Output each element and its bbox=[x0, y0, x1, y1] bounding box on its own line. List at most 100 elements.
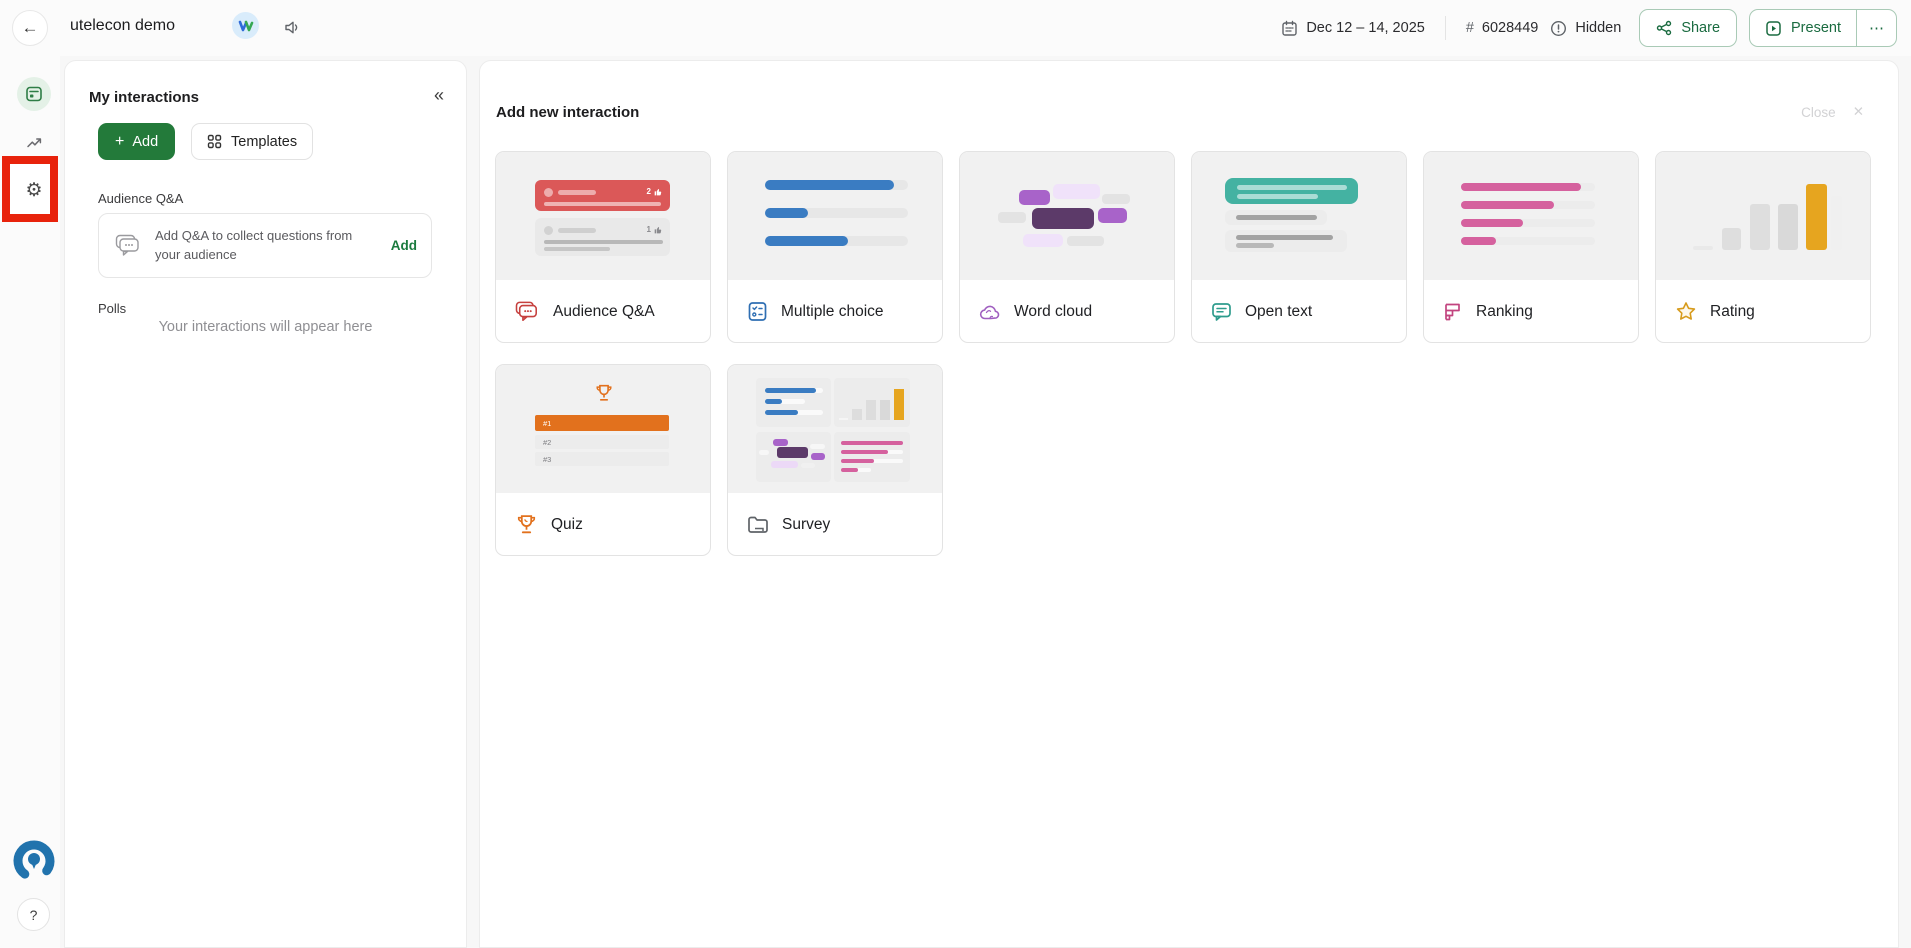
interaction-card-rating[interactable]: Rating bbox=[1655, 151, 1871, 343]
sidebar-item-settings[interactable]: ⚙ bbox=[17, 173, 51, 207]
calendar-icon bbox=[1281, 20, 1298, 37]
qa-add-link[interactable]: Add bbox=[391, 238, 417, 253]
audience-qa-illustration: 2 1 bbox=[496, 152, 710, 280]
ellipsis-icon: ⋯ bbox=[1869, 19, 1884, 37]
present-more-button[interactable]: ⋯ bbox=[1856, 10, 1896, 46]
help-icon: ? bbox=[30, 907, 38, 923]
interaction-card-multiple-choice[interactable]: Multiple choice bbox=[727, 151, 943, 343]
sidebar-item-interactions[interactable] bbox=[17, 77, 51, 111]
survey-illustration bbox=[728, 365, 942, 493]
collapse-panel-icon[interactable]: « bbox=[434, 85, 444, 106]
card-label: Open text bbox=[1245, 303, 1312, 321]
thumb-up-icon bbox=[654, 188, 662, 196]
quiz-rank-label: #3 bbox=[543, 455, 551, 464]
voice-narration-icon[interactable] bbox=[283, 18, 302, 42]
ranking-icon bbox=[1443, 302, 1463, 322]
quiz-rank-label: #2 bbox=[543, 438, 551, 447]
card-label: Quiz bbox=[551, 516, 583, 534]
date-range-text: Dec 12 – 14, 2025 bbox=[1306, 20, 1425, 36]
qa-section-label: Audience Q&A bbox=[98, 191, 183, 206]
polls-section-label: Polls bbox=[98, 301, 126, 316]
card-label: Survey bbox=[782, 516, 830, 534]
quiz-trophy-icon bbox=[515, 513, 538, 536]
alert-circle-icon bbox=[1550, 20, 1567, 37]
top-bar-right: Dec 12 – 14, 2025 # 6028449 Hidden Share bbox=[1281, 0, 1897, 56]
card-label: Multiple choice bbox=[781, 303, 884, 321]
my-interactions-panel: My interactions « + Add Templates Audien… bbox=[64, 60, 467, 948]
interaction-card-quiz[interactable]: #1 #2 #3 Quiz bbox=[495, 364, 711, 556]
card-label: Ranking bbox=[1476, 303, 1533, 321]
divider bbox=[1445, 16, 1446, 40]
gear-icon: ⚙ bbox=[25, 179, 42, 202]
voting-code-text: 6028449 bbox=[1482, 20, 1538, 36]
sidebar-item-results[interactable] bbox=[17, 125, 51, 159]
back-button[interactable]: ← bbox=[12, 10, 48, 46]
close-panel-control[interactable]: Close ✕ bbox=[1801, 104, 1864, 120]
present-button[interactable]: Present bbox=[1750, 10, 1856, 46]
survey-folder-icon bbox=[747, 515, 769, 534]
templates-grid-icon bbox=[207, 134, 222, 149]
qa-vote-count: 1 bbox=[647, 225, 651, 234]
interaction-card-word-cloud[interactable]: Word cloud bbox=[959, 151, 1175, 343]
present-split-button: Present ⋯ bbox=[1749, 9, 1897, 47]
multiple-choice-icon bbox=[747, 301, 768, 322]
share-button[interactable]: Share bbox=[1639, 9, 1737, 47]
presentation-title: utelecon demo bbox=[70, 17, 175, 35]
templates-button-label: Templates bbox=[231, 134, 297, 150]
main-heading: Add new interaction bbox=[496, 104, 639, 121]
add-interaction-panel: Add new interaction Close ✕ 2 bbox=[479, 60, 1899, 948]
interaction-card-survey[interactable]: Survey bbox=[727, 364, 943, 556]
help-button[interactable]: ? bbox=[17, 898, 50, 931]
templates-button[interactable]: Templates bbox=[191, 123, 313, 160]
card-label: Audience Q&A bbox=[553, 303, 655, 321]
rating-illustration bbox=[1656, 152, 1870, 280]
close-label: Close bbox=[1801, 105, 1836, 120]
qa-vote-count: 2 bbox=[647, 187, 651, 196]
panel-heading: My interactions bbox=[89, 89, 199, 106]
interaction-card-ranking[interactable]: Ranking bbox=[1423, 151, 1639, 343]
utelecon-logo[interactable] bbox=[11, 838, 57, 884]
ranking-illustration bbox=[1424, 152, 1638, 280]
share-label: Share bbox=[1681, 20, 1720, 36]
voting-code[interactable]: # 6028449 bbox=[1466, 20, 1539, 36]
card-label: Rating bbox=[1710, 303, 1755, 321]
back-arrow-icon: ← bbox=[22, 18, 39, 38]
card-label: Word cloud bbox=[1014, 303, 1092, 321]
trending-up-icon bbox=[26, 134, 43, 151]
interaction-card-open-text[interactable]: Open text bbox=[1191, 151, 1407, 343]
empty-state-text: Your interactions will appear here bbox=[65, 319, 466, 335]
open-text-icon bbox=[1211, 302, 1232, 322]
quiz-rank-label: #1 bbox=[543, 419, 551, 428]
qa-prompt-text: Add Q&A to collect questions from your a… bbox=[155, 227, 378, 265]
present-play-icon bbox=[1765, 20, 1782, 37]
add-button-label: Add bbox=[132, 134, 158, 150]
logo-glyph bbox=[238, 19, 254, 33]
multiple-choice-illustration bbox=[728, 152, 942, 280]
present-label: Present bbox=[1791, 20, 1841, 36]
app-root: ← utelecon demo Dec 12 – 14, 2025 # 6028… bbox=[0, 0, 1911, 948]
add-interaction-button[interactable]: + Add bbox=[98, 123, 175, 160]
chat-bubbles-icon bbox=[115, 234, 142, 258]
word-cloud-illustration bbox=[960, 152, 1174, 280]
qa-prompt-card: Add Q&A to collect questions from your a… bbox=[98, 213, 432, 278]
trophy-glyph bbox=[594, 383, 614, 403]
rating-star-icon bbox=[1675, 301, 1697, 322]
plus-icon: + bbox=[115, 133, 124, 151]
slides-icon bbox=[25, 85, 43, 103]
visibility-text: Hidden bbox=[1575, 20, 1621, 36]
utelecon-logo-icon bbox=[11, 838, 57, 884]
audience-qa-icon bbox=[515, 301, 540, 323]
top-bar: ← utelecon demo Dec 12 – 14, 2025 # 6028… bbox=[0, 0, 1911, 56]
icon-rail: ⚙ ? bbox=[0, 56, 60, 948]
thumb-up-icon bbox=[654, 226, 662, 234]
close-icon: ✕ bbox=[1853, 104, 1864, 120]
interaction-card-audience-qa[interactable]: 2 1 bbox=[495, 151, 711, 343]
share-icon bbox=[1656, 20, 1672, 36]
open-text-illustration bbox=[1192, 152, 1406, 280]
workspace-badge-icon[interactable] bbox=[232, 12, 259, 39]
visibility-status[interactable]: Hidden bbox=[1550, 20, 1621, 37]
date-range[interactable]: Dec 12 – 14, 2025 bbox=[1281, 20, 1425, 37]
word-cloud-icon bbox=[979, 303, 1001, 321]
quiz-illustration: #1 #2 #3 bbox=[496, 365, 710, 493]
hash-icon: # bbox=[1466, 20, 1474, 36]
